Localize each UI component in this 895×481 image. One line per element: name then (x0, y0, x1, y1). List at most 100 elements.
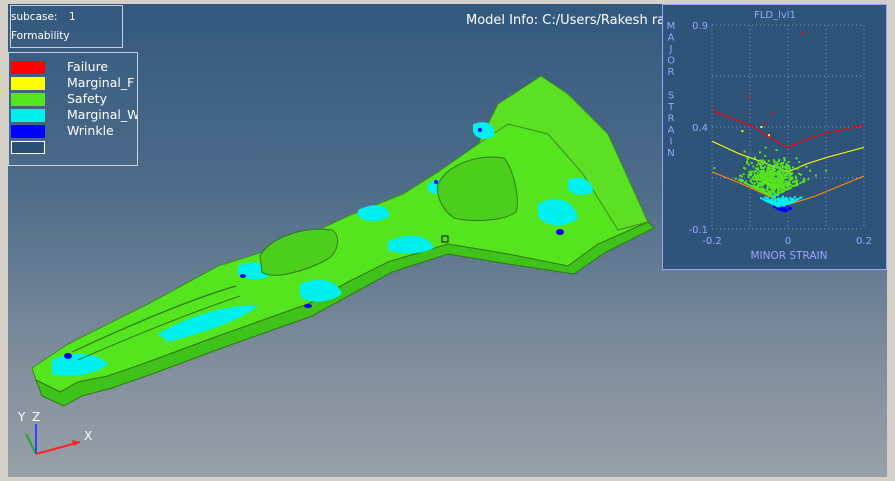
fld-point (750, 170, 753, 173)
contour-legend[interactable]: Failure Marginal_F Safety Marginal_W Wri… (8, 52, 138, 166)
y-axis-label-char: R (668, 67, 675, 78)
fld-point (753, 170, 756, 173)
fld-point (766, 168, 769, 171)
triad-label-x: X (84, 429, 92, 443)
fld-point (786, 166, 789, 169)
fld-point (773, 196, 776, 199)
fld-point (754, 186, 757, 189)
fld-point (753, 182, 756, 185)
fld-chart[interactable]: FLD_lvl1 MAJORSTRAIN MINOR STRAIN 0.90.4… (663, 5, 886, 269)
fld-point (785, 208, 788, 211)
fld-point (764, 121, 767, 124)
fld-point (773, 183, 776, 186)
fld-point (797, 197, 800, 200)
coordinate-triad: Y Z X (17, 410, 92, 455)
result-type-label: Formability (11, 30, 70, 42)
fld-point (766, 180, 769, 183)
fld-point (750, 161, 753, 164)
fld-point (741, 175, 744, 178)
fld-point (771, 111, 774, 114)
fld-point (764, 155, 767, 158)
subcase-value: 1 (69, 11, 76, 23)
fld-point (780, 208, 783, 211)
fld-point (772, 205, 775, 208)
fld-point (777, 162, 780, 165)
fld-point (792, 198, 795, 201)
legend-swatch (11, 77, 45, 90)
fld-plot-panel[interactable]: FLD_lvl1 MAJORSTRAIN MINOR STRAIN 0.9 0.4… (662, 4, 887, 270)
fld-point (765, 196, 768, 199)
fld-point (792, 166, 795, 169)
fld-point (802, 180, 805, 183)
fld-point (756, 163, 759, 166)
fld-point (785, 163, 788, 166)
triad-y-axis (25, 433, 37, 455)
fld-point (766, 174, 769, 177)
fld-point (751, 178, 754, 181)
fld-point (771, 189, 774, 192)
fld-point (786, 187, 789, 190)
fld-point (788, 166, 791, 169)
chart-title: FLD_lvl1 (754, 10, 796, 21)
fld-point (781, 166, 784, 169)
fld-point (779, 166, 782, 169)
fld-point (753, 156, 756, 159)
fld-point (739, 174, 742, 177)
fld-point (789, 187, 792, 190)
y-axis-label-char: A (668, 33, 675, 44)
fld-point (783, 159, 786, 162)
legend-swatch (11, 109, 45, 122)
fld-point (762, 166, 765, 169)
fld-point (779, 175, 782, 178)
legend-item-marginal-f: Marginal_F (11, 75, 137, 91)
fld-point (787, 161, 790, 164)
x-axis-label: MINOR STRAIN (751, 250, 828, 262)
fld-point (766, 187, 769, 190)
fld-point (772, 168, 775, 171)
fld-point (779, 163, 782, 166)
fld-point (746, 160, 749, 163)
fld-point (768, 134, 770, 137)
fld-point (790, 176, 793, 179)
legend-swatch (11, 61, 45, 74)
fld-point (784, 173, 787, 176)
fld-point (782, 161, 785, 164)
fld-point (776, 172, 779, 175)
fld-point (749, 184, 752, 187)
x-tick-label: -0.2 (702, 236, 722, 247)
fld-point (770, 175, 773, 178)
fld-point (749, 178, 752, 181)
fld-point (788, 174, 791, 177)
fld-point (755, 175, 758, 178)
fld-point (798, 161, 801, 164)
fld-point (796, 179, 799, 182)
fld-point (760, 167, 763, 170)
fld-point (770, 202, 773, 205)
fld-point (762, 169, 765, 172)
fld-point (782, 199, 785, 202)
fld-point (780, 184, 783, 187)
legend-label: Marginal_W (67, 107, 138, 122)
fld-point (761, 178, 764, 181)
fld-point (783, 187, 786, 190)
fld-point (783, 185, 786, 188)
legend-item-wrinkle: Wrinkle (11, 123, 137, 139)
fld-point (772, 203, 775, 206)
fld-point (781, 178, 784, 181)
fld-point (742, 173, 745, 176)
fld-point (741, 130, 744, 133)
fld-point (799, 173, 802, 176)
fld-point (805, 165, 808, 168)
fld-point (773, 164, 776, 167)
fld-point (771, 181, 774, 184)
fld-point (776, 184, 779, 187)
y-axis-label: MAJORSTRAIN (667, 21, 676, 159)
graphics-viewport[interactable]: subcase: 1 Formability Failure Marginal_… (8, 4, 887, 477)
fld-point (767, 166, 770, 169)
fld-point (772, 159, 775, 162)
fld-point (795, 157, 798, 160)
fld-point (778, 158, 781, 161)
fld-point (773, 161, 776, 164)
fld-point (752, 185, 755, 188)
legend-label: Failure (67, 59, 109, 74)
